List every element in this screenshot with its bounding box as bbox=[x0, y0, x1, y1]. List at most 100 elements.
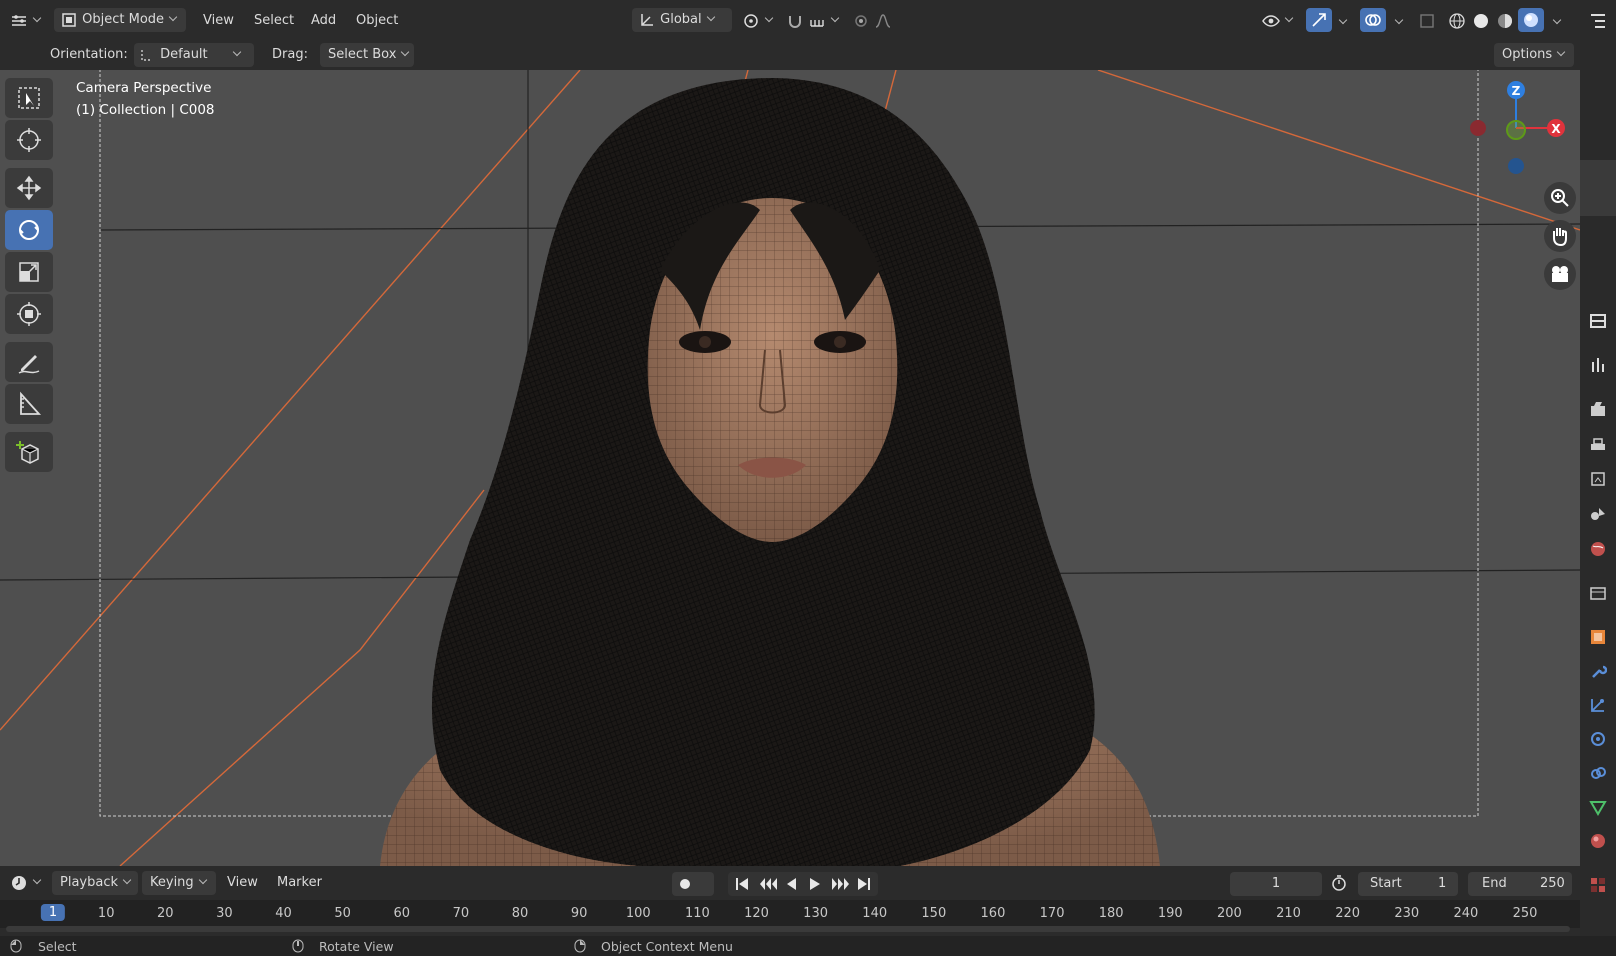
ruler-frame-label: 160 bbox=[980, 906, 1006, 921]
texture-tab-icon[interactable] bbox=[1589, 876, 1607, 894]
timeline-header: Playback Keying View Marker 1 Start 1 En… bbox=[0, 866, 1580, 900]
start-frame-field[interactable]: Start 1 bbox=[1358, 872, 1458, 896]
frame-ruler[interactable]: 1 10 20 30 40 50 60 70 80 90 100 110 120 130 140 150 160… bbox=[0, 900, 1580, 932]
ruler-frame-label: 170 bbox=[1039, 906, 1065, 921]
pan-button[interactable] bbox=[1544, 220, 1576, 252]
modifier-tab-icon[interactable] bbox=[1589, 662, 1607, 680]
drag-dropdown[interactable]: Select Box bbox=[320, 43, 414, 67]
proportional-editing-button[interactable] bbox=[852, 9, 892, 33]
properties-editor-icon[interactable] bbox=[1589, 312, 1607, 330]
output-tab-icon[interactable] bbox=[1589, 436, 1607, 454]
xray-toggle[interactable] bbox=[1418, 9, 1436, 33]
menu-view[interactable]: View bbox=[203, 9, 234, 33]
ruler-frame-label: 180 bbox=[1098, 906, 1124, 921]
gizmo-icon bbox=[1312, 13, 1326, 27]
overlays-toggle[interactable] bbox=[1360, 8, 1386, 32]
ruler-frame-label: 200 bbox=[1216, 906, 1242, 921]
world-tab-icon[interactable] bbox=[1589, 540, 1607, 558]
orientation-field-label: Orientation: bbox=[50, 47, 128, 62]
tool-move[interactable] bbox=[5, 168, 53, 208]
end-frame-field[interactable]: End 250 bbox=[1468, 872, 1572, 896]
shading-wireframe[interactable] bbox=[1448, 9, 1466, 33]
measure-icon bbox=[20, 391, 42, 415]
prev-keyframe-icon[interactable] bbox=[760, 878, 777, 890]
tool-annotate[interactable] bbox=[5, 342, 53, 382]
ruler-frame-label: 10 bbox=[97, 906, 115, 921]
tool-rotate[interactable] bbox=[5, 210, 53, 250]
shading-solid[interactable] bbox=[1472, 9, 1490, 33]
clock-icon bbox=[12, 875, 26, 890]
ruler-frame-label: 130 bbox=[803, 906, 829, 921]
select-box-icon bbox=[18, 87, 40, 109]
xray-icon bbox=[1420, 13, 1434, 28]
hand-icon bbox=[1553, 228, 1567, 247]
gizmo-toggle[interactable] bbox=[1306, 8, 1332, 32]
auto-keying-toggle[interactable] bbox=[672, 872, 714, 896]
tool-scale[interactable] bbox=[5, 252, 53, 292]
tool-select-box[interactable] bbox=[5, 78, 53, 118]
wireframe-sphere-icon bbox=[1449, 12, 1465, 29]
timeline-editor-type-button[interactable] bbox=[10, 871, 42, 895]
orientation-default-icon bbox=[141, 49, 152, 61]
current-frame-marker[interactable]: 1 bbox=[40, 904, 66, 921]
menu-select[interactable]: Select bbox=[254, 9, 294, 33]
rendered-sphere-icon bbox=[1524, 13, 1538, 27]
constraints-tab-icon[interactable] bbox=[1589, 764, 1607, 782]
editor-type-button[interactable] bbox=[10, 9, 42, 33]
shading-rendered[interactable] bbox=[1518, 8, 1544, 32]
mode-dropdown[interactable]: Object Mode bbox=[54, 8, 186, 32]
shading-material[interactable] bbox=[1496, 9, 1514, 33]
status-bar: Select Rotate View Object Context Menu bbox=[0, 936, 1616, 956]
timeline-marker-menu[interactable]: Marker bbox=[277, 871, 322, 895]
playback-menu[interactable]: Playback bbox=[52, 871, 138, 895]
snap-button[interactable] bbox=[786, 9, 840, 33]
jump-end-icon[interactable] bbox=[858, 878, 870, 890]
navigation-gizmo[interactable]: Z X bbox=[1460, 74, 1570, 184]
tool-add-cube[interactable] bbox=[5, 432, 53, 472]
tool-measure[interactable] bbox=[5, 384, 53, 424]
physics-tab-icon[interactable] bbox=[1589, 730, 1607, 748]
menu-add[interactable]: Add bbox=[311, 9, 336, 33]
camera-view-button[interactable] bbox=[1544, 258, 1576, 290]
zoom-button[interactable] bbox=[1544, 182, 1576, 214]
solid-sphere-icon bbox=[1474, 13, 1488, 28]
timeline-scrollbar[interactable] bbox=[6, 926, 1570, 932]
gizmo-z-label: Z bbox=[1512, 84, 1521, 98]
particles-tab-icon[interactable] bbox=[1589, 696, 1607, 714]
orientation-dropdown[interactable]: Default bbox=[134, 43, 254, 67]
render-tab-icon[interactable] bbox=[1589, 400, 1607, 418]
collection-tab-icon[interactable] bbox=[1589, 584, 1607, 602]
scene-render bbox=[0, 70, 1580, 866]
tool-transform[interactable] bbox=[5, 294, 53, 334]
ruler-frame-label: 60 bbox=[393, 906, 411, 921]
outliner-icon[interactable] bbox=[1589, 12, 1607, 30]
tool-tab-icon[interactable] bbox=[1589, 356, 1607, 374]
ruler-frame-label: 250 bbox=[1512, 906, 1538, 921]
data-tab-icon[interactable] bbox=[1589, 798, 1607, 816]
next-keyframe-icon[interactable] bbox=[832, 878, 849, 890]
play-icon[interactable] bbox=[810, 878, 820, 890]
options-dropdown[interactable]: Options bbox=[1494, 43, 1574, 67]
play-reverse-icon[interactable] bbox=[787, 878, 796, 890]
snap-increment-icon bbox=[810, 19, 824, 27]
tool-settings-header: Orientation: Default Drag: Select Box Op… bbox=[0, 40, 1580, 70]
tool-cursor[interactable] bbox=[5, 120, 53, 160]
timeline-view-menu[interactable]: View bbox=[227, 871, 258, 895]
scene-tab-icon[interactable] bbox=[1589, 504, 1607, 522]
pivot-point-button[interactable] bbox=[742, 9, 774, 33]
3d-viewport[interactable]: Camera Perspective (1) Collection | C008… bbox=[0, 70, 1580, 866]
jump-start-icon[interactable] bbox=[736, 878, 748, 890]
mouse-left-icon bbox=[10, 939, 22, 956]
keying-menu[interactable]: Keying bbox=[142, 871, 216, 895]
object-tab-icon[interactable] bbox=[1589, 628, 1607, 646]
stopwatch-icon bbox=[1332, 874, 1346, 891]
preview-range-toggle[interactable] bbox=[1330, 871, 1348, 895]
visibility-button[interactable] bbox=[1262, 9, 1294, 33]
transform-orientation-dropdown[interactable]: Global bbox=[632, 8, 732, 32]
ruler-frame-label: 210 bbox=[1276, 906, 1301, 921]
menu-object[interactable]: Object bbox=[356, 9, 398, 33]
material-tab-icon[interactable] bbox=[1589, 832, 1607, 850]
view-layer-tab-icon[interactable] bbox=[1589, 470, 1607, 488]
current-frame-field[interactable]: 1 bbox=[1230, 872, 1322, 896]
viewport-collection-label: (1) Collection | C008 bbox=[76, 102, 215, 118]
